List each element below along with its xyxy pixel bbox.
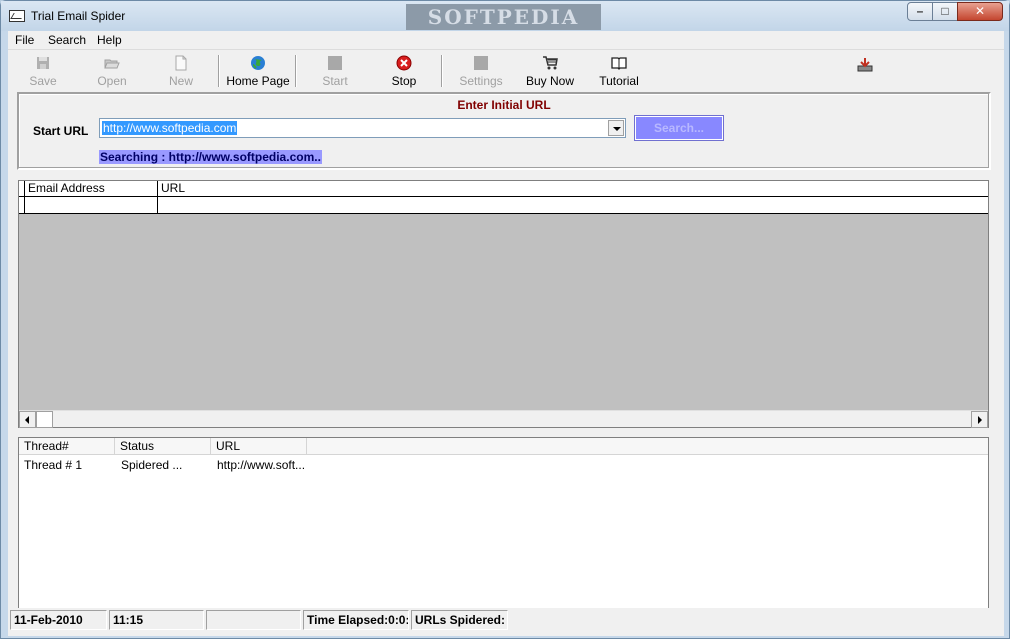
scroll-left-arrow-icon[interactable]	[19, 411, 36, 428]
start-button[interactable]: Start	[300, 55, 370, 91]
scroll-right-arrow-icon[interactable]	[971, 411, 988, 428]
url-cell[interactable]	[158, 197, 988, 213]
download-tray-icon[interactable]	[857, 57, 873, 73]
minimize-button[interactable]: –	[907, 2, 933, 21]
column-status[interactable]: Status	[115, 438, 211, 455]
stop-button[interactable]: Stop	[369, 55, 439, 91]
new-button[interactable]: New	[146, 55, 216, 91]
stop-label: Stop	[391, 74, 417, 88]
open-label: Open	[97, 74, 127, 88]
maximize-icon: □	[941, 4, 949, 18]
status-urls-spidered: URLs Spidered: 1	[411, 610, 508, 630]
thread-id: Thread # 1	[24, 458, 83, 472]
book-icon	[611, 57, 627, 70]
start-url-combobox[interactable]: http://www.softpedia.com	[99, 118, 626, 138]
horizontal-scrollbar[interactable]	[19, 410, 988, 428]
email-spider-app-icon	[9, 10, 25, 22]
thread-status: Spidered ...	[121, 458, 183, 472]
open-button[interactable]: Open	[77, 55, 147, 91]
email-cell[interactable]	[25, 197, 158, 213]
window-title: Trial Email Spider	[31, 9, 126, 23]
thread-list-header: Thread# Status URL	[19, 438, 988, 455]
client-area: File Search Help Save Open New Home Page	[8, 31, 1004, 636]
start-url-value[interactable]: http://www.softpedia.com	[102, 121, 238, 135]
watermark-logo: SOFTPEDIA	[406, 4, 601, 30]
shopping-cart-icon	[543, 56, 558, 70]
thread-url: http://www.soft...	[217, 458, 306, 472]
status-blank-panel	[206, 610, 301, 630]
list-item[interactable]: Thread # 1 Spidered ... http://www.soft.…	[19, 457, 988, 473]
minimize-icon: –	[916, 4, 924, 18]
new-label: New	[168, 74, 193, 88]
app-window: Trial Email Spider SOFTPEDIA – □ ✕ File …	[0, 0, 1010, 639]
status-time-elapsed: Time Elapsed:0:0:7	[303, 610, 409, 630]
save-label: Save	[29, 74, 57, 88]
status-time: 11:15	[109, 610, 204, 630]
close-icon: ✕	[974, 4, 986, 18]
home-page-button[interactable]: Home Page	[223, 55, 293, 91]
start-icon	[328, 56, 342, 70]
menu-search[interactable]: Search	[48, 33, 86, 47]
column-thread-url[interactable]: URL	[211, 438, 307, 455]
toolbar: Save Open New Home Page Start Stop Setti…	[8, 51, 1004, 91]
menu-file[interactable]: File	[15, 33, 34, 47]
home-page-label: Home Page	[226, 74, 290, 88]
column-thread[interactable]: Thread#	[19, 438, 115, 455]
toolbar-separator	[295, 55, 297, 87]
url-panel-header: Enter Initial URL	[457, 98, 551, 112]
column-email-address[interactable]: Email Address	[25, 181, 158, 196]
table-row[interactable]	[19, 197, 988, 214]
save-button[interactable]: Save	[8, 55, 78, 91]
floppy-disk-icon	[37, 57, 49, 69]
email-results-grid[interactable]: Email Address URL	[18, 180, 989, 428]
maximize-button[interactable]: □	[932, 2, 958, 21]
globe-icon	[251, 56, 265, 70]
column-url[interactable]: URL	[158, 181, 988, 196]
settings-button[interactable]: Settings	[446, 55, 516, 91]
search-button[interactable]: Search...	[634, 115, 724, 141]
buy-now-label: Buy Now	[525, 74, 575, 88]
tutorial-label: Tutorial	[599, 74, 639, 88]
close-button[interactable]: ✕	[957, 2, 1003, 21]
scroll-thumb[interactable]	[36, 411, 53, 428]
new-document-icon	[175, 55, 187, 71]
dropdown-arrow-icon[interactable]	[608, 120, 624, 136]
start-url-label: Start URL	[33, 124, 89, 138]
buy-now-button[interactable]: Buy Now	[515, 55, 585, 91]
menu-help[interactable]: Help	[97, 33, 122, 47]
status-bar: 11-Feb-2010 11:15 Time Elapsed:0:0:7 URL…	[8, 608, 1004, 632]
stop-icon	[396, 55, 412, 71]
menu-bar: File Search Help	[8, 31, 1004, 50]
open-folder-icon	[104, 59, 120, 69]
settings-label: Settings	[459, 74, 503, 88]
status-date: 11-Feb-2010	[10, 610, 107, 630]
tutorial-button[interactable]: Tutorial	[584, 55, 654, 91]
title-bar[interactable]: Trial Email Spider SOFTPEDIA – □ ✕	[1, 1, 1009, 31]
window-controls: – □ ✕	[907, 2, 1003, 21]
grid-header: Email Address URL	[19, 181, 988, 197]
url-panel: Enter Initial URL Start URL http://www.s…	[17, 92, 991, 170]
settings-icon	[474, 56, 488, 70]
toolbar-separator	[441, 55, 443, 87]
start-label: Start	[322, 74, 348, 88]
toolbar-separator	[218, 55, 220, 87]
thread-list[interactable]: Thread# Status URL Thread # 1 Spidered .…	[18, 437, 989, 626]
search-status-text: Searching : http://www.softpedia.com..	[99, 150, 322, 164]
